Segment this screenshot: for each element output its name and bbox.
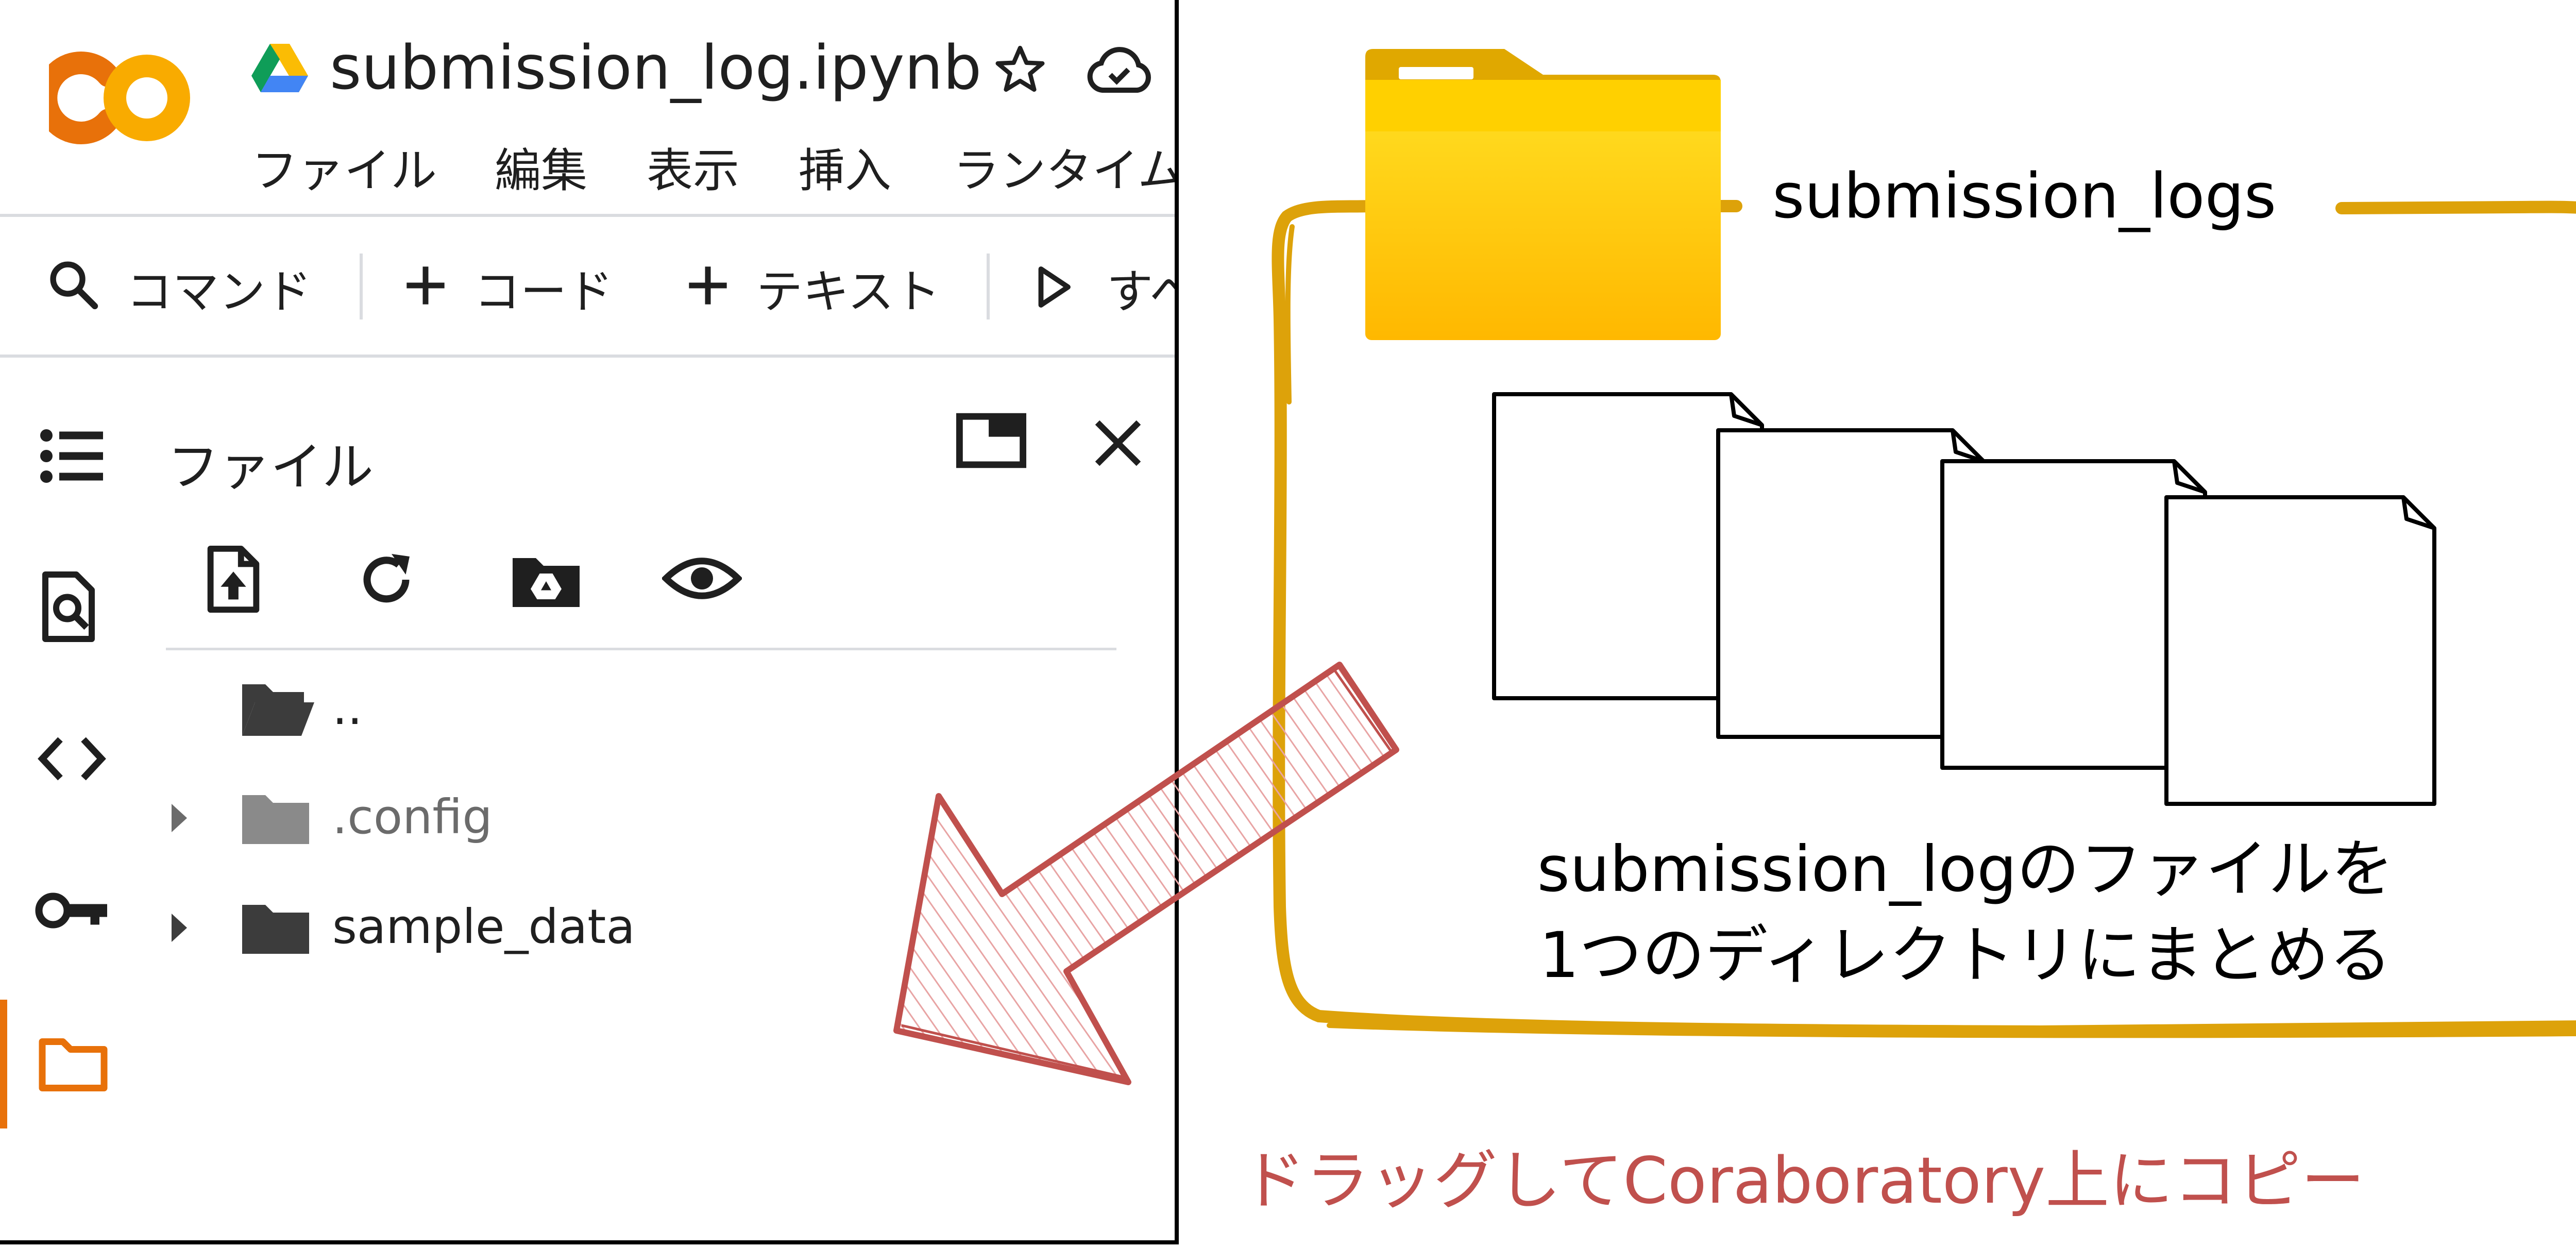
folder-open-icon xyxy=(242,684,314,736)
star-icon[interactable] xyxy=(992,42,1048,97)
plus-icon[interactable] xyxy=(403,263,448,308)
menu-file[interactable]: ファイル xyxy=(251,133,437,200)
files-panel-divider xyxy=(166,648,1116,650)
cloud-saved-icon[interactable] xyxy=(1084,41,1154,98)
expand-arrow-icon[interactable] xyxy=(169,911,190,945)
show-hidden-files-icon[interactable] xyxy=(662,551,742,605)
expand-arrow-icon[interactable] xyxy=(169,801,190,835)
header-divider xyxy=(0,214,1175,217)
description-line-2: 1つのディレクトリにまとめる xyxy=(1539,919,2392,992)
description-line-1: submission_logのファイルを xyxy=(1537,833,2394,906)
add-text-button[interactable]: テキスト xyxy=(756,254,940,321)
toolbar-divider xyxy=(987,254,990,319)
find-in-page-icon[interactable] xyxy=(40,569,97,644)
files-panel-title: ファイル xyxy=(167,437,374,497)
search-icon[interactable] xyxy=(46,258,100,312)
menu-edit[interactable]: 編集 xyxy=(495,133,587,200)
tree-item-label: sample_data xyxy=(332,899,635,954)
toolbar-divider xyxy=(360,254,363,319)
active-tab-indicator xyxy=(0,1000,7,1128)
close-icon[interactable] xyxy=(1092,417,1144,469)
mount-drive-icon[interactable] xyxy=(510,550,582,610)
menu-runtime[interactable]: ランタイム xyxy=(953,133,1175,200)
google-drive-icon xyxy=(251,44,308,92)
tree-item-label: .config xyxy=(332,789,493,845)
plus-icon[interactable] xyxy=(685,263,731,308)
table-of-contents-icon[interactable] xyxy=(39,428,106,484)
upload-file-icon[interactable] xyxy=(205,544,262,615)
menu-view[interactable]: 表示 xyxy=(647,133,739,200)
drag-arrow-icon xyxy=(893,662,1399,1085)
toolbar-divider-horizontal xyxy=(0,355,1175,358)
refresh-icon[interactable] xyxy=(355,549,417,611)
command-palette-button[interactable]: コマンド xyxy=(126,254,312,321)
open-in-tab-icon[interactable] xyxy=(956,412,1027,469)
folder-label: submission_logs xyxy=(1772,161,2277,232)
play-icon[interactable] xyxy=(1036,265,1072,309)
notebook-title[interactable]: submission_log.ipynb xyxy=(330,32,981,103)
menu-insert[interactable]: 挿入 xyxy=(799,133,891,200)
key-icon[interactable] xyxy=(35,887,112,934)
folder-icon xyxy=(242,795,309,844)
add-code-button[interactable]: コード xyxy=(474,254,613,321)
tree-item-label: .. xyxy=(332,680,363,735)
run-all-button[interactable]: すべ xyxy=(1107,254,1175,321)
code-snippets-icon[interactable] xyxy=(37,734,107,783)
drag-caption: ドラッグしてCoraboratory上にコピー xyxy=(1242,1144,2365,1218)
document-stack-icon xyxy=(1492,392,2436,806)
colab-logo[interactable] xyxy=(49,49,193,147)
folder-icon xyxy=(242,905,309,954)
folder-icon[interactable] xyxy=(37,1033,109,1094)
folder-icon xyxy=(1365,49,1721,340)
